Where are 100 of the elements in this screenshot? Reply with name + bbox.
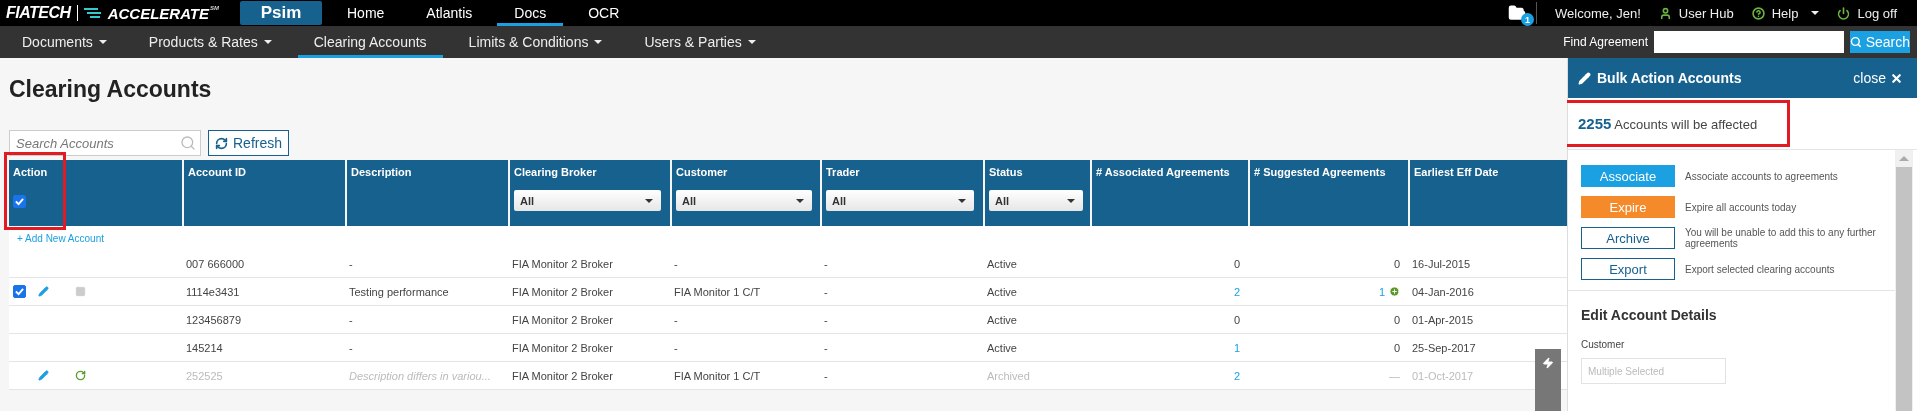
- refresh-button[interactable]: Refresh: [208, 130, 290, 156]
- column-title: # Associated Agreements: [1096, 166, 1231, 178]
- action-description: Export selected clearing accounts: [1685, 263, 1836, 275]
- table-cell-text: 01-Oct-2017: [1411, 369, 1475, 382]
- table-cell-text: 16-Jul-2015: [1411, 257, 1472, 270]
- user-link[interactable]: User Hub: [1658, 5, 1734, 21]
- pencil-icon[interactable]: [38, 370, 49, 381]
- table-cell-text: 145214: [185, 341, 224, 354]
- table-cell-text: -: [673, 341, 679, 354]
- table-cell-text: -: [823, 285, 829, 298]
- user-icon: [1658, 6, 1672, 20]
- table-cell-text: FIA Monitor 2 Broker: [511, 369, 614, 382]
- pencil-icon[interactable]: [38, 286, 49, 297]
- user-link[interactable]: Help: [1751, 5, 1820, 21]
- table-cell-text: -: [348, 341, 354, 354]
- product-logo: ACCELERATE$^{SM}$: [107, 4, 220, 22]
- section-title: Edit Account Details: [1581, 307, 1718, 323]
- table-cell-text: 252525: [185, 369, 224, 382]
- checkbox[interactable]: [13, 195, 26, 208]
- table-cell-text: 0: [1232, 313, 1241, 326]
- field-label: Customer: [1581, 339, 1626, 350]
- nav-tab[interactable]: Home: [330, 0, 402, 26]
- column-title: Account ID: [188, 166, 248, 178]
- table-cell-text: -: [823, 257, 829, 270]
- notification-badge: 1: [1521, 13, 1535, 26]
- table-cell-text: FIA Monitor 1 C/T: [673, 285, 762, 298]
- table-cell-text: Active: [986, 257, 1018, 270]
- table-cell-text: 123456879: [185, 313, 243, 326]
- find-agreement-field[interactable]: [1654, 31, 1844, 53]
- user-link[interactable]: Log off: [1837, 5, 1897, 21]
- table-cell-text: Description differs in variou...: [348, 369, 492, 382]
- column-title: Action: [13, 166, 49, 178]
- quick-actions-tab[interactable]: [1535, 349, 1561, 411]
- table-cell-text: -: [823, 341, 829, 354]
- table-cell-text: FIA Monitor 2 Broker: [511, 257, 614, 270]
- table-cell-text: FIA Monitor 2 Broker: [511, 341, 614, 354]
- app-tab[interactable]: Psim: [240, 1, 322, 25]
- restore-icon[interactable]: [75, 370, 86, 381]
- table-cell-text: Testing performance: [348, 285, 450, 298]
- column-title: Description: [351, 166, 413, 178]
- search-icon: [180, 135, 196, 151]
- table-cell-text: Active: [986, 313, 1018, 326]
- filter-dropdown[interactable]: All: [676, 190, 812, 211]
- help-icon: [1751, 6, 1765, 20]
- table-cell-text: FIA Monitor 2 Broker: [511, 285, 614, 298]
- table-cell: 0: [1393, 257, 1400, 270]
- search-field[interactable]: Search Accounts: [9, 130, 201, 156]
- table-cell-text: FIA Monitor 1 C/T: [673, 369, 762, 382]
- table-cell-text: 04-Jan-2016: [1411, 285, 1475, 298]
- pencil-icon: [1578, 71, 1591, 85]
- panel-title: Bulk Action Accounts: [1597, 70, 1742, 86]
- table-cell-text: 1114e3431: [185, 285, 241, 298]
- column-title: # Suggested Agreements: [1254, 166, 1387, 178]
- action-description: You will be unable to add this to any further agreements: [1685, 227, 1877, 249]
- table-cell-text: -: [348, 257, 354, 270]
- power-icon: [1837, 6, 1851, 20]
- action-description: Associate accounts to agreements: [1685, 170, 1839, 182]
- column-title: Clearing Broker: [514, 166, 598, 178]
- brand-logo: FIATECH: [6, 4, 71, 22]
- bulk-action-button[interactable]: Archive: [1581, 227, 1675, 249]
- column-title: Earliest Eff Date: [1414, 166, 1500, 178]
- bulk-action-button[interactable]: Export: [1581, 258, 1675, 280]
- filter-dropdown[interactable]: All: [826, 190, 975, 211]
- column-title: Customer: [676, 166, 729, 178]
- checkbox[interactable]: [13, 285, 26, 298]
- table-cell-text: -: [673, 313, 679, 326]
- table-cell-text: 007 666000: [185, 257, 246, 270]
- column-title: Status: [989, 166, 1024, 178]
- table-cell: 0: [1393, 313, 1400, 326]
- add-icon[interactable]: [1389, 286, 1400, 297]
- table-cell-text: -: [348, 313, 354, 326]
- page-title: Clearing Accounts: [9, 75, 213, 104]
- menu-item[interactable]: Limits & Conditions: [452, 26, 619, 58]
- filter-dropdown[interactable]: All: [514, 190, 662, 211]
- table-cell-text: Active: [986, 341, 1018, 354]
- column-title: Trader: [826, 166, 861, 178]
- search-icon: [1850, 36, 1862, 48]
- table-cell-text: -: [823, 369, 829, 382]
- table-cell-text: 01-Apr-2015: [1411, 313, 1475, 326]
- filter-dropdown[interactable]: All: [989, 190, 1084, 211]
- table-cell-text: Active: [986, 285, 1018, 298]
- refresh-icon: [215, 136, 228, 150]
- folder-icon[interactable]: [1508, 4, 1527, 22]
- lightning-icon: [1542, 357, 1554, 369]
- scrollbar[interactable]: [1895, 150, 1913, 411]
- close-button[interactable]: close: [1853, 70, 1903, 86]
- nav-tab[interactable]: Atlantis: [409, 0, 490, 26]
- find-agreement-label: Find Agreement: [1563, 35, 1648, 49]
- nav-tab[interactable]: OCR: [571, 0, 637, 26]
- table-cell-text: 25-Sep-2017: [1411, 341, 1477, 354]
- swoosh-icon: [83, 7, 102, 19]
- table-cell-text: -: [673, 257, 679, 270]
- customer-field[interactable]: Multiple Selected: [1581, 358, 1726, 384]
- table-cell: —: [1389, 369, 1400, 382]
- menu-item[interactable]: Documents: [6, 26, 123, 58]
- menu-item[interactable]: Products & Rates: [132, 26, 288, 58]
- table-cell-text: Archived: [986, 369, 1031, 382]
- action-description: Expire all accounts today: [1685, 201, 1798, 213]
- table-cell: 0: [1393, 341, 1400, 354]
- menu-item[interactable]: Users & Parties: [628, 26, 772, 58]
